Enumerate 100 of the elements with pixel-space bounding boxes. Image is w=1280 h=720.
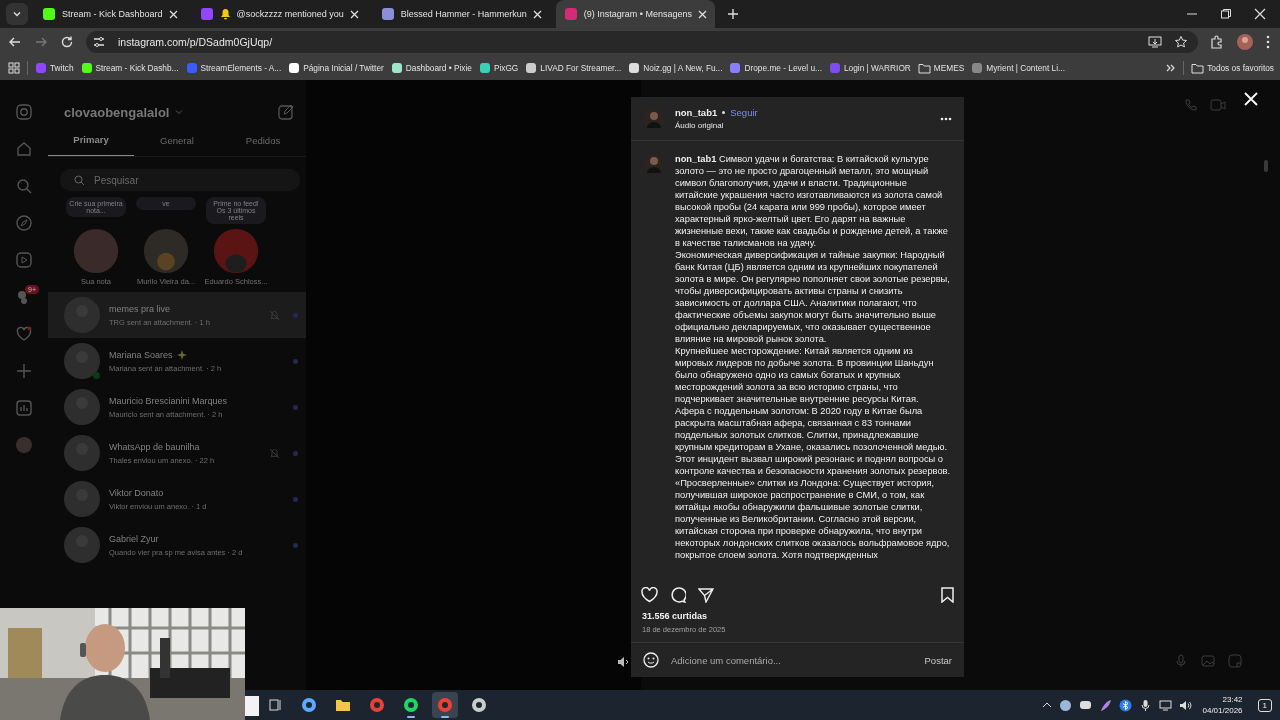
reels-icon[interactable] <box>16 252 32 268</box>
avatar[interactable] <box>643 153 665 175</box>
close-icon[interactable] <box>697 9 707 19</box>
like-count[interactable]: 31.556 curtidas <box>631 611 964 621</box>
scrollbar[interactable] <box>1264 160 1268 172</box>
inbox-tab[interactable]: Pedidos <box>220 130 306 156</box>
favicon-icon <box>35 62 47 74</box>
install-icon[interactable] <box>1148 35 1162 49</box>
favicon-icon <box>729 62 742 74</box>
microphone-icon[interactable] <box>1138 698 1152 712</box>
bookmark-link[interactable]: Drope.me - Level u... <box>729 62 822 74</box>
chat-name: memes pra live <box>109 303 171 314</box>
home-icon[interactable] <box>16 141 32 157</box>
compass-icon[interactable] <box>16 215 32 231</box>
browser-tab[interactable]: Blessed Hammer - Hammerkun <box>372 0 550 28</box>
bookmark-link[interactable]: Login | WARRIOR <box>828 62 911 74</box>
chat-name: Gabriel Zyur <box>109 533 159 544</box>
avatar <box>64 435 100 471</box>
bookmark-link[interactable]: PixGG <box>478 62 519 74</box>
more-bookmarks-icon[interactable] <box>1166 63 1177 73</box>
reload-icon[interactable] <box>60 35 74 49</box>
bookmark-link[interactable]: Noiz.gg | A New, Fu... <box>628 62 723 74</box>
inbox-tab[interactable]: General <box>134 130 220 156</box>
share-icon[interactable] <box>698 587 714 603</box>
task-view-icon <box>267 697 283 713</box>
favicon-icon <box>628 62 641 74</box>
app-icon <box>369 697 385 713</box>
chart-icon[interactable] <box>16 400 32 416</box>
taskbar-app[interactable] <box>432 692 458 718</box>
bookmark-link[interactable]: Todos os favoritos <box>1191 62 1274 74</box>
menu-icon[interactable] <box>1266 35 1270 49</box>
avatar <box>64 343 100 379</box>
emoji-icon[interactable] <box>643 652 659 668</box>
speaker-icon[interactable] <box>617 656 629 668</box>
comment-icon[interactable] <box>670 587 686 603</box>
bookmark-link[interactable]: Página Inicial / Twitter <box>288 62 384 74</box>
feather-icon[interactable] <box>1098 698 1112 712</box>
author-name[interactable]: non_tab1 <box>675 107 718 118</box>
favicon-icon <box>390 62 403 74</box>
start-button[interactable] <box>245 696 259 716</box>
clock[interactable]: 23:42 04/01/2026 <box>1202 695 1243 715</box>
favicon-icon <box>828 62 841 74</box>
bookmark-link[interactable]: MEMES <box>917 62 965 74</box>
browser-tab[interactable]: @sockzzzz mentioned you <box>191 0 367 28</box>
close-icon[interactable] <box>168 9 178 19</box>
caption-text: Экономическая диверсификация и тайные закупки: Народный банк Китая (ЦБ) является одним из крупнейших покупателей золота в мире. Он регулярно пополняет свои золотые резервы, чтобы диверсифицировать активы страны и снизить зависимость от доллара США. Аналитики полагают, что фактические объемы закупок могут быть значительно выше официально декларируемых, что оказывает существенное влияние на мировой рынок золота. <box>675 249 951 345</box>
profile-avatar[interactable] <box>1236 33 1254 51</box>
browser-tab[interactable]: Stream - Kick Dashboard <box>34 0 186 28</box>
chevron-icon[interactable] <box>1041 700 1052 710</box>
address-bar[interactable]: instagram.com/p/DSadm0GjUqp/ <box>86 31 1198 53</box>
unread-dot <box>293 404 298 410</box>
chevron-icon <box>12 9 22 19</box>
comment-field[interactable]: Adicione um comentário... <box>669 653 915 667</box>
post-button[interactable]: Postar <box>924 654 952 666</box>
bookmark-link[interactable]: Twitch <box>35 62 74 74</box>
folder-icon <box>1191 62 1205 74</box>
chat-bubble-icon[interactable] <box>1078 698 1092 712</box>
volume-icon[interactable] <box>1178 698 1192 712</box>
browser-tab[interactable]: (9) Instagram • Mensagens <box>555 0 715 28</box>
compose-icon[interactable] <box>278 104 294 120</box>
more-icon[interactable] <box>940 116 952 121</box>
instagram-logo-icon[interactable] <box>16 104 32 120</box>
search-field[interactable]: Pesquisar <box>60 169 300 191</box>
bookmark-link[interactable]: Dashboard • Pixie <box>390 62 472 74</box>
bluetooth-icon[interactable] <box>1118 698 1132 712</box>
follow-link[interactable]: Seguir <box>730 107 758 118</box>
app-icon <box>437 697 453 713</box>
notification-button[interactable]: 1 <box>1257 698 1272 712</box>
back-icon[interactable] <box>8 35 22 49</box>
audio-label[interactable]: Áudio original <box>675 121 758 130</box>
close-icon[interactable] <box>1254 8 1266 20</box>
star-icon[interactable] <box>1174 35 1188 49</box>
caption-text: «Просверленные» слитки из Лондона: Существует история, получившая широкое распространение в СМИ, о том, как китайцы якобы обнаружили фальшивые золотые слитки, полученные из Великобритании. Согласно этой версии, китайская сторона при проверке обнаружила, что внутри некоторых лондонских слитков оказалось вольфрамовое ядро, покрытое слоем золота. Хотя подтвержденных <box>675 477 951 561</box>
caption-text: non_tab1 Символ удачи и богатства: В китайской культуре золото — это не просто драгоценный металл, это мощный символ благополучия, удачи и власти. Традиционные китайские украшения часто изготавливаются из золота самой высокой пробы (24 карата или 999 пробы), которое имеет характерный ярко-желтый цвет. Его дарят на важные жизненные вехи, такие как свадьбы и рождение детей, а также в качестве талисманов на удачу. <box>675 153 949 249</box>
site-settings-icon[interactable] <box>92 35 106 49</box>
avatar[interactable] <box>643 107 665 130</box>
forward-icon[interactable] <box>34 35 48 49</box>
search-icon[interactable] <box>16 178 32 194</box>
bookmark-icon[interactable] <box>941 587 954 603</box>
bookmark-link[interactable]: StreamElements - A... <box>185 62 282 74</box>
network-icon[interactable] <box>1158 698 1172 712</box>
close-icon[interactable] <box>349 9 359 19</box>
close-icon[interactable] <box>532 9 542 19</box>
app-icon <box>301 697 317 713</box>
chat-name: Mauricio Brescianini Marques <box>109 395 228 406</box>
restore-icon[interactable] <box>1220 8 1232 20</box>
favicon-icon <box>288 62 301 74</box>
unread-dot <box>293 358 298 364</box>
inbox-tab[interactable]: Primary <box>48 130 134 156</box>
apps-icon[interactable] <box>8 62 20 74</box>
extensions-icon[interactable] <box>1210 35 1224 49</box>
bookmark-link[interactable]: Stream - Kick Dashb... <box>80 62 179 74</box>
caption-text: Крупнейшее месторождение: Китай является одним из мировых лидеров по добыче золота. В провинции Шаньдун было обнаружено одно из самых богатых и крупных месторождений золота за всю историю страны, что подчеркивает значительные внутренние ресурсы Китая. <box>675 345 935 405</box>
tab-search-button[interactable] <box>6 3 28 25</box>
bookmark-link[interactable]: LIVAD For Streamer... <box>525 62 622 74</box>
new-tab-icon[interactable] <box>726 8 739 20</box>
account-name[interactable]: clovaobengalalol <box>64 104 170 120</box>
folder-icon <box>335 697 351 713</box>
bookmark-link[interactable]: Myrient | Content Li... <box>971 62 1065 74</box>
favicon-icon <box>80 62 93 74</box>
